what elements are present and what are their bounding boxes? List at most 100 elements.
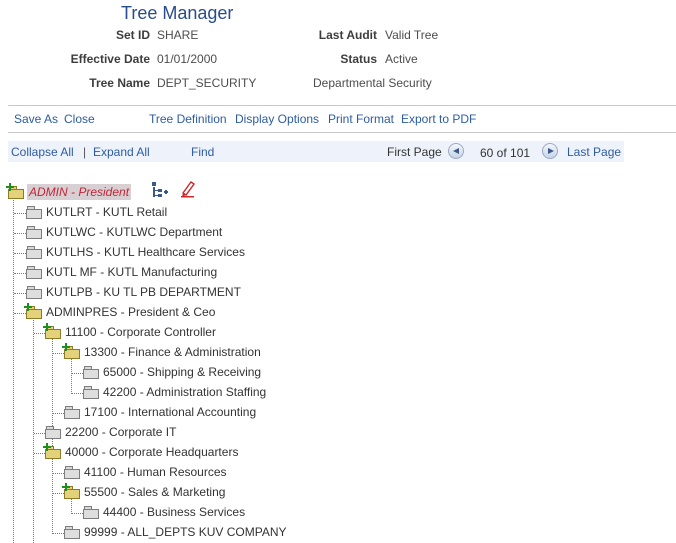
tree-node-label[interactable]: 41100 - Human Resources xyxy=(84,465,227,479)
tree-connector xyxy=(52,458,53,534)
tree-node-label[interactable]: 13300 - Finance & Administration xyxy=(84,345,261,359)
tree-connector xyxy=(53,493,64,494)
tree-description: Departmental Security xyxy=(313,76,432,90)
close-link[interactable]: Close xyxy=(64,112,95,126)
tree-connector xyxy=(14,313,26,314)
tree-node[interactable]: 41100 - Human Resources xyxy=(64,463,227,481)
print-format-link[interactable]: Print Format xyxy=(328,112,394,126)
tree-connector xyxy=(14,253,26,254)
tree-connector xyxy=(53,473,64,474)
folder-closed-icon[interactable] xyxy=(83,366,99,379)
tree-node-label[interactable]: KUTLPB - KU TL PB DEPARTMENT xyxy=(46,285,241,299)
collapse-all-link[interactable]: Collapse All xyxy=(11,145,74,159)
tree-name-label: Tree Name xyxy=(89,76,150,90)
divider xyxy=(8,105,676,106)
folder-closed-icon[interactable] xyxy=(64,406,80,419)
folder-closed-icon[interactable] xyxy=(64,466,80,479)
save-as-link[interactable]: Save As xyxy=(14,112,58,126)
tree-node[interactable]: KUTLHS - KUTL Healthcare Services xyxy=(26,243,245,261)
folder-closed-icon[interactable] xyxy=(83,506,99,519)
tree-node[interactable]: 42200 - Administration Staffing xyxy=(83,383,266,401)
folder-closed-icon[interactable] xyxy=(26,286,42,299)
tree-connector xyxy=(72,393,83,394)
tree-node-label[interactable]: 99999 - ALL_DEPTS KUV COMPANY xyxy=(84,525,287,539)
tree-node[interactable]: 17100 - International Accounting xyxy=(64,403,256,421)
folder-closed-icon[interactable] xyxy=(45,426,61,439)
set-id-label: Set ID xyxy=(115,28,150,42)
tree-connector xyxy=(34,333,45,334)
tree-connector xyxy=(34,453,45,454)
tree-node[interactable]: KUTLRT - KUTL Retail xyxy=(26,203,167,221)
tree-node-label[interactable]: 40000 - Corporate Headquarters xyxy=(65,445,238,459)
tree-node[interactable]: 11100 - Corporate Controller xyxy=(43,323,216,341)
expand-all-link[interactable]: Expand All xyxy=(93,145,150,159)
last-audit-label: Last Audit xyxy=(318,28,377,42)
tree-node[interactable]: ADMINPRES - President & Ceo xyxy=(24,303,215,321)
tree-node-label[interactable]: KUTLRT - KUTL Retail xyxy=(46,205,167,219)
tree-connector xyxy=(14,213,26,214)
tree-name-value: DEPT_SECURITY xyxy=(157,76,257,90)
tree-definition-link[interactable]: Tree Definition xyxy=(149,112,227,126)
page-count: 60 of 101 xyxy=(480,146,531,160)
tree-node-label[interactable]: 42200 - Administration Staffing xyxy=(103,385,266,399)
next-page-icon[interactable] xyxy=(542,143,558,159)
tree-node-label[interactable]: 17100 - International Accounting xyxy=(84,405,256,419)
folder-open-icon[interactable] xyxy=(24,303,42,319)
tree-root-node[interactable]: ADMIN - President xyxy=(6,183,132,201)
page-title: Tree Manager xyxy=(121,3,234,23)
tree-connector xyxy=(71,358,72,394)
folder-open-icon[interactable] xyxy=(43,443,61,459)
find-link[interactable]: Find xyxy=(191,145,214,159)
folder-closed-icon[interactable] xyxy=(26,266,42,279)
tree-node-label[interactable]: 11100 - Corporate Controller xyxy=(65,325,216,339)
tree-connector xyxy=(72,373,83,374)
tree-node-label[interactable]: 55500 - Sales & Marketing xyxy=(84,485,225,499)
tree-connector xyxy=(53,533,64,534)
tree-node[interactable]: KUTLPB - KU TL PB DEPARTMENT xyxy=(26,283,241,301)
separator: | xyxy=(83,145,87,159)
folder-open-icon[interactable] xyxy=(62,343,80,359)
display-options-link[interactable]: Display Options xyxy=(235,112,319,126)
effective-date-value: 01/01/2000 xyxy=(157,52,218,66)
edit-pencil-icon[interactable] xyxy=(180,180,196,198)
tree-node[interactable]: 44400 - Business Services xyxy=(83,503,245,521)
tree-connector xyxy=(14,233,26,234)
folder-closed-icon[interactable] xyxy=(26,246,42,259)
folder-open-icon[interactable] xyxy=(43,323,61,339)
set-id-value: SHARE xyxy=(157,28,199,42)
tree-node-label[interactable]: 22200 - Corporate IT xyxy=(65,425,176,439)
tree-connector xyxy=(53,413,64,414)
export-pdf-link[interactable]: Export to PDF xyxy=(401,112,476,126)
folder-open-icon[interactable] xyxy=(6,183,24,199)
tree-node-label[interactable]: ADMINPRES - President & Ceo xyxy=(46,305,215,319)
tree-node[interactable]: KUTLWC - KUTLWC Department xyxy=(26,223,222,241)
folder-open-icon[interactable] xyxy=(62,483,80,499)
folder-closed-icon[interactable] xyxy=(64,526,80,539)
tree-connector xyxy=(14,293,26,294)
tree-node-label[interactable]: 65000 - Shipping & Receiving xyxy=(103,365,261,379)
tree-node[interactable]: 22200 - Corporate IT xyxy=(45,423,176,441)
folder-closed-icon[interactable] xyxy=(26,206,42,219)
divider xyxy=(8,132,676,133)
previous-page-icon[interactable] xyxy=(448,143,464,159)
insert-child-icon[interactable] xyxy=(150,181,168,199)
last-audit-value: Valid Tree xyxy=(385,28,439,42)
tree-node[interactable]: 99999 - ALL_DEPTS KUV COMPANY xyxy=(64,523,287,541)
tree-node[interactable]: 55500 - Sales & Marketing xyxy=(62,483,225,501)
last-page-link[interactable]: Last Page xyxy=(567,145,621,159)
tree-connector xyxy=(13,198,14,543)
tree-node[interactable]: 65000 - Shipping & Receiving xyxy=(83,363,261,381)
tree-root-label[interactable]: ADMIN - President xyxy=(27,184,132,200)
tree-node-label[interactable]: 44400 - Business Services xyxy=(103,505,245,519)
tree-connector xyxy=(33,318,34,543)
tree-node[interactable]: 40000 - Corporate Headquarters xyxy=(43,443,238,461)
tree-connector xyxy=(53,353,64,354)
tree-node[interactable]: 13300 - Finance & Administration xyxy=(62,343,261,361)
folder-closed-icon[interactable] xyxy=(83,386,99,399)
tree-node[interactable]: KUTL MF - KUTL Manufacturing xyxy=(26,263,217,281)
tree-node-label[interactable]: KUTLHS - KUTL Healthcare Services xyxy=(46,245,245,259)
tree-node-label[interactable]: KUTLWC - KUTLWC Department xyxy=(46,225,222,239)
first-page-link[interactable]: First Page xyxy=(387,145,442,159)
tree-node-label[interactable]: KUTL MF - KUTL Manufacturing xyxy=(46,265,217,279)
folder-closed-icon[interactable] xyxy=(26,226,42,239)
